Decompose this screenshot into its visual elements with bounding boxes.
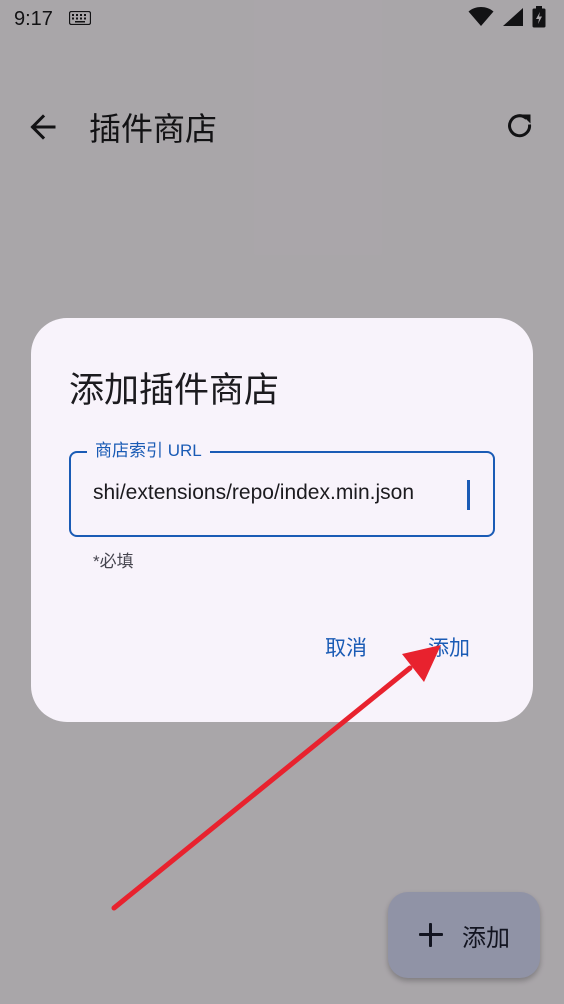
cancel-button[interactable]: 取消 — [325, 632, 367, 662]
dialog-title: 添加插件商店 — [69, 371, 280, 410]
store-url-label: 商店索引 URL — [87, 439, 210, 463]
store-url-field[interactable]: 商店索引 URL shi/extensions/repo/index.min.j… — [69, 439, 495, 537]
store-url-input[interactable]: shi/extensions/repo/index.min.json — [93, 481, 463, 505]
required-helper-text: *必填 — [93, 552, 134, 571]
text-cursor — [467, 480, 470, 510]
store-url-value: shi/extensions/repo/index.min.json — [93, 481, 415, 504]
add-button[interactable]: 添加 — [428, 632, 470, 662]
add-store-dialog: 添加插件商店 商店索引 URL shi/extensions/repo/inde… — [31, 318, 533, 722]
